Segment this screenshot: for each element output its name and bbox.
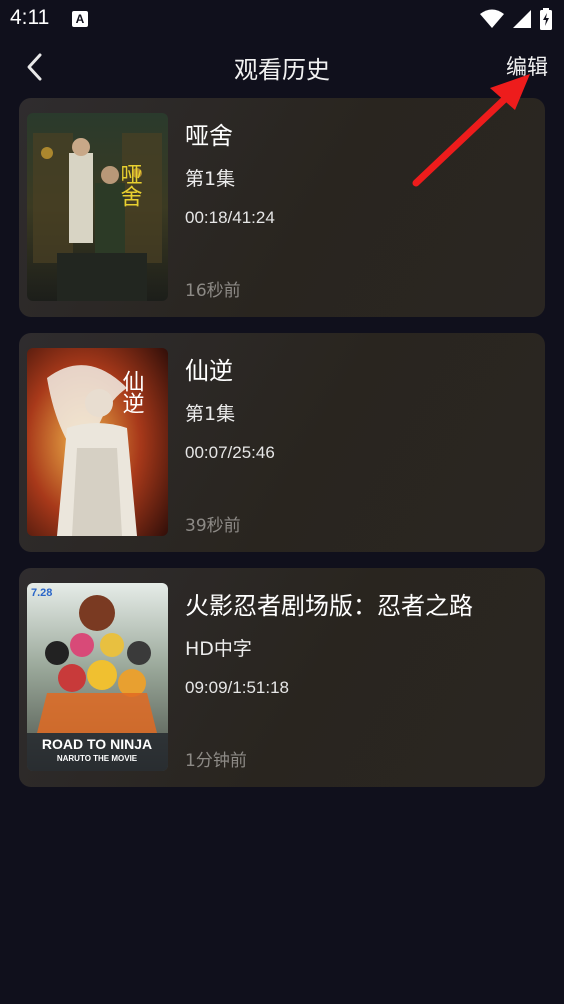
- card-title: 哑舍: [185, 122, 233, 150]
- poster-image[interactable]: 仙逆: [27, 348, 168, 536]
- header: 观看历史 编辑: [0, 38, 564, 96]
- card-progress: 00:07/25:46: [185, 443, 275, 462]
- history-list: 哑舍 哑舍 第1集 00:18/41:24 16秒前 仙逆 仙逆 第1集 00:…: [19, 98, 545, 803]
- poster-date: 7.28: [31, 587, 52, 599]
- poster-image[interactable]: 哑舍: [27, 113, 168, 301]
- page-title: 观看历史: [234, 56, 330, 84]
- wifi-icon: [480, 9, 504, 28]
- card-episode: 第1集: [185, 403, 236, 425]
- notification-icon: A: [72, 11, 88, 27]
- card-watched-time: 16秒前: [185, 281, 241, 301]
- poster-image[interactable]: 7.28 ROAD TO NINJA NARUTO THE MOVIE: [27, 583, 168, 771]
- poster-title-text: 哑舍: [117, 163, 143, 207]
- card-progress: 00:18/41:24: [185, 208, 275, 227]
- status-bar: 4:11 A: [0, 0, 564, 38]
- poster-title-text: ROAD TO NINJA: [42, 736, 152, 752]
- edit-button[interactable]: 编辑: [506, 51, 548, 81]
- card-watched-time: 39秒前: [185, 516, 241, 536]
- status-icons: [480, 8, 552, 30]
- history-card[interactable]: 仙逆 仙逆 第1集 00:07/25:46 39秒前: [19, 333, 545, 552]
- signal-icon: [513, 10, 531, 28]
- card-title: 仙逆: [185, 357, 233, 385]
- poster-subtitle-text: NARUTO THE MOVIE: [57, 754, 138, 763]
- card-progress: 09:09/1:51:18: [185, 678, 289, 697]
- battery-charging-icon: [540, 8, 552, 30]
- history-card[interactable]: 哑舍 哑舍 第1集 00:18/41:24 16秒前: [19, 98, 545, 317]
- history-card[interactable]: 7.28 ROAD TO NINJA NARUTO THE MOVIE 火影忍者…: [19, 568, 545, 787]
- status-time: 4:11: [10, 6, 50, 29]
- card-title: 火影忍者剧场版：忍者之路: [185, 592, 473, 620]
- poster-title-text: 仙逆: [119, 370, 145, 414]
- card-episode: HD中字: [185, 638, 252, 660]
- card-episode: 第1集: [185, 168, 236, 190]
- card-watched-time: 1分钟前: [185, 751, 247, 771]
